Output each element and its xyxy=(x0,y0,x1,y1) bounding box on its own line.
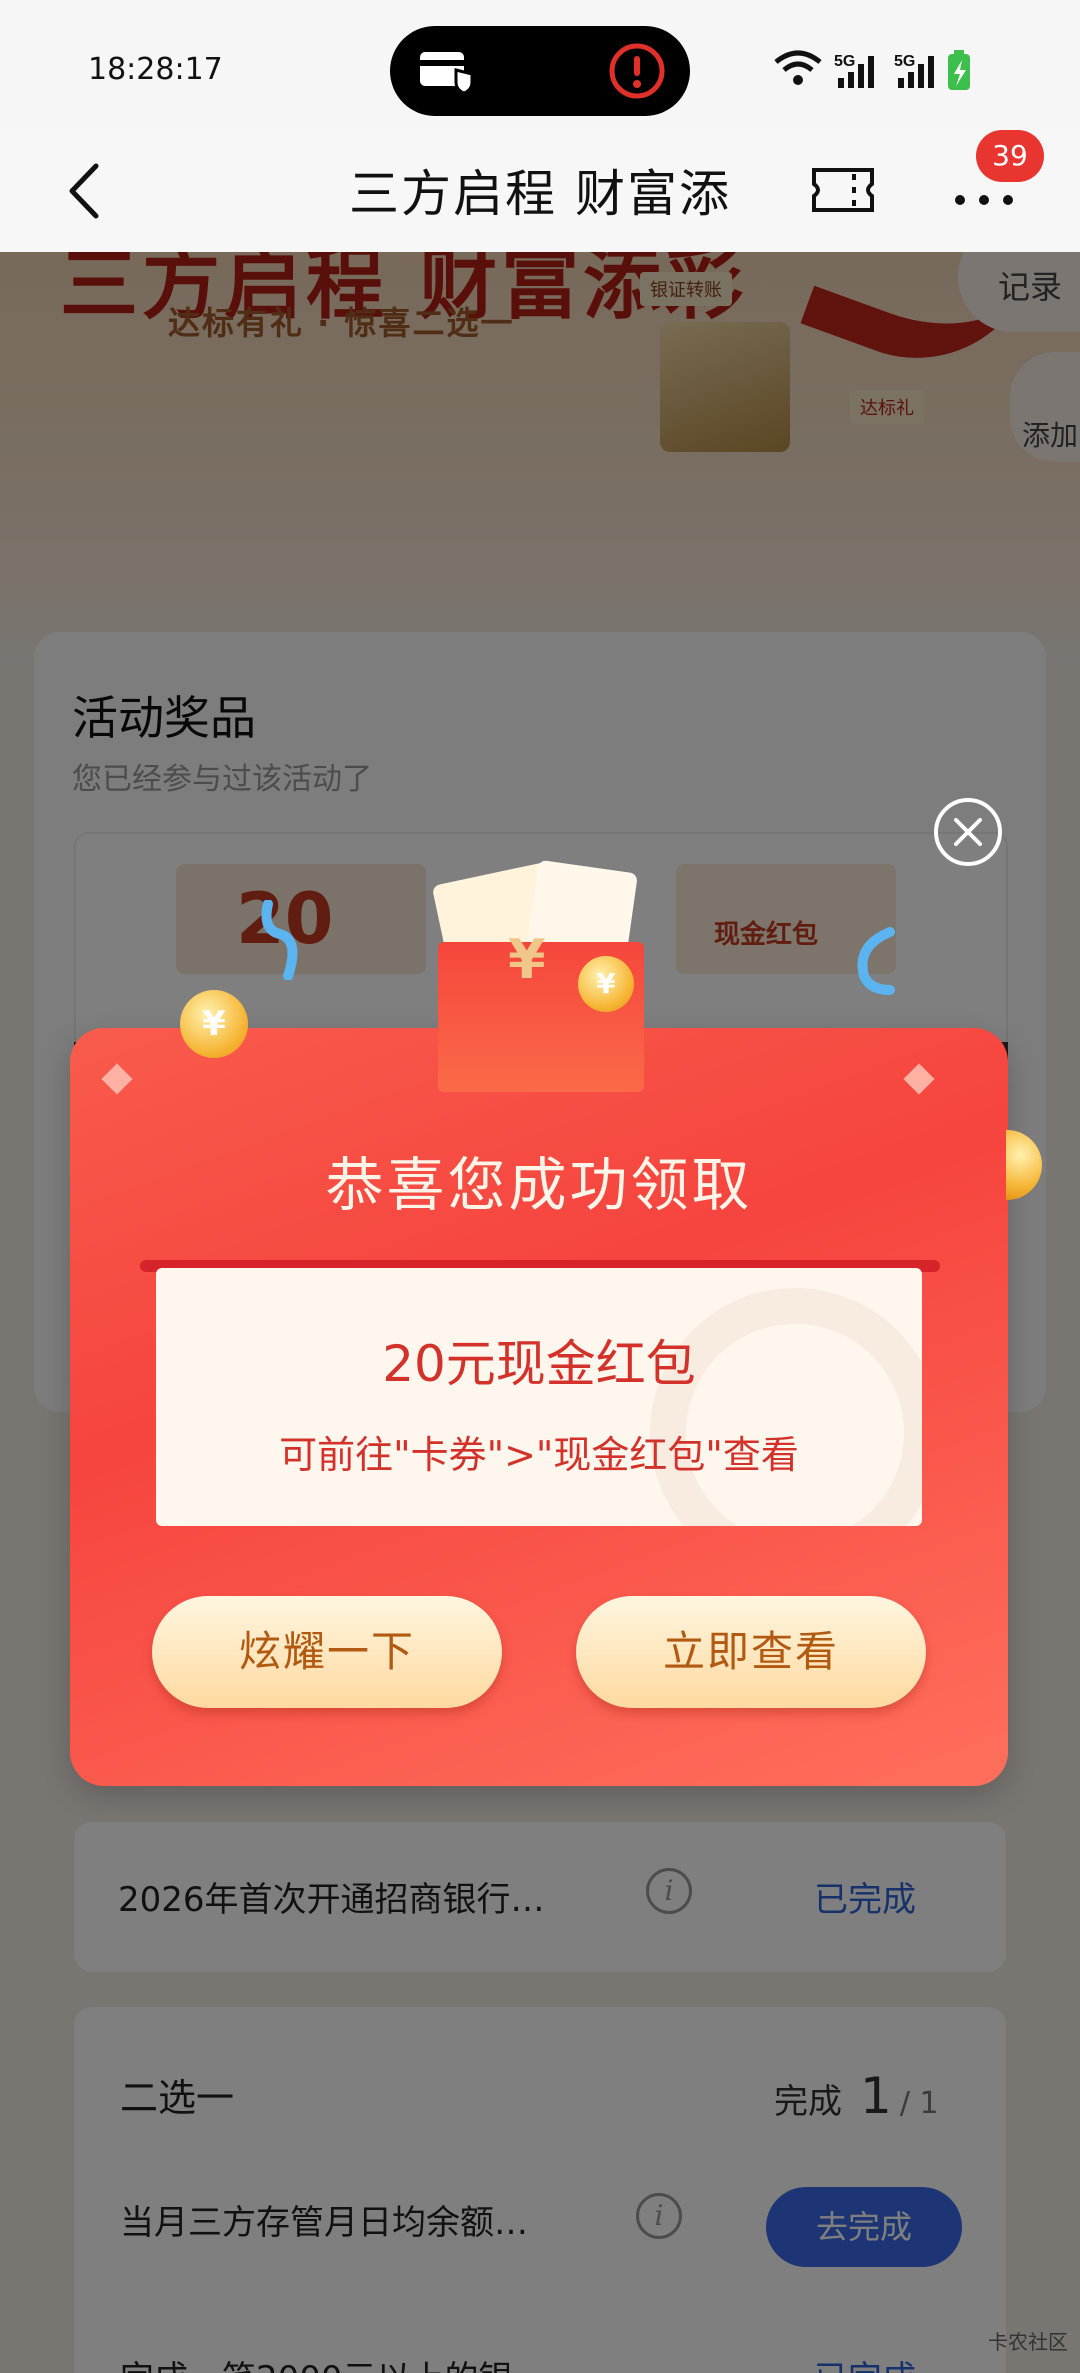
network-label-1: 5G xyxy=(834,53,855,70)
network-label-2: 5G xyxy=(894,53,915,70)
dynamic-island xyxy=(390,26,690,116)
status-time: 18:28:17 xyxy=(88,52,223,87)
confetti-streamer-icon xyxy=(261,900,298,980)
yen-icon: ¥ xyxy=(508,928,546,991)
wifi-icon xyxy=(774,50,822,85)
modal-title: 恭喜您成功领取 xyxy=(325,1151,753,1219)
system-icons: 5G 5G xyxy=(774,50,970,90)
status-bar: 18:28:17 5G 5G xyxy=(0,0,1080,130)
gold-coin-icon: ¥ xyxy=(180,990,248,1058)
alert-icon xyxy=(609,43,665,99)
success-modal: 恭喜您成功领取 20元现金红包 可前往"卡券">"现金红包"查看 炫耀一下 立即… xyxy=(70,1028,1008,1786)
watermark: 卡农社区 xyxy=(988,2330,1068,2354)
page-title: 三方启程 财富添 xyxy=(349,165,731,223)
diamond-decoration xyxy=(101,1063,133,1095)
battery-icon xyxy=(948,50,970,90)
notification-badge: 39 xyxy=(976,130,1044,182)
gold-coin-icon: ¥ xyxy=(578,956,634,1012)
show-off-button[interactable]: 炫耀一下 xyxy=(152,1596,502,1708)
card-shield-icon xyxy=(420,52,474,94)
diamond-decoration xyxy=(903,1063,935,1095)
prize-hint: 可前往"卡券">"现金红包"查看 xyxy=(279,1433,799,1477)
coupon-icon[interactable] xyxy=(810,160,876,220)
prize-name: 20元现金红包 xyxy=(382,1335,696,1393)
close-icon[interactable] xyxy=(934,798,1002,866)
prize-note: 20元现金红包 可前往"卡券">"现金红包"查看 xyxy=(156,1268,922,1526)
confetti-streamer-icon xyxy=(857,927,895,995)
view-now-button[interactable]: 立即查看 xyxy=(576,1596,926,1708)
nav-bar: 三方启程 财富添 xyxy=(0,130,1080,252)
